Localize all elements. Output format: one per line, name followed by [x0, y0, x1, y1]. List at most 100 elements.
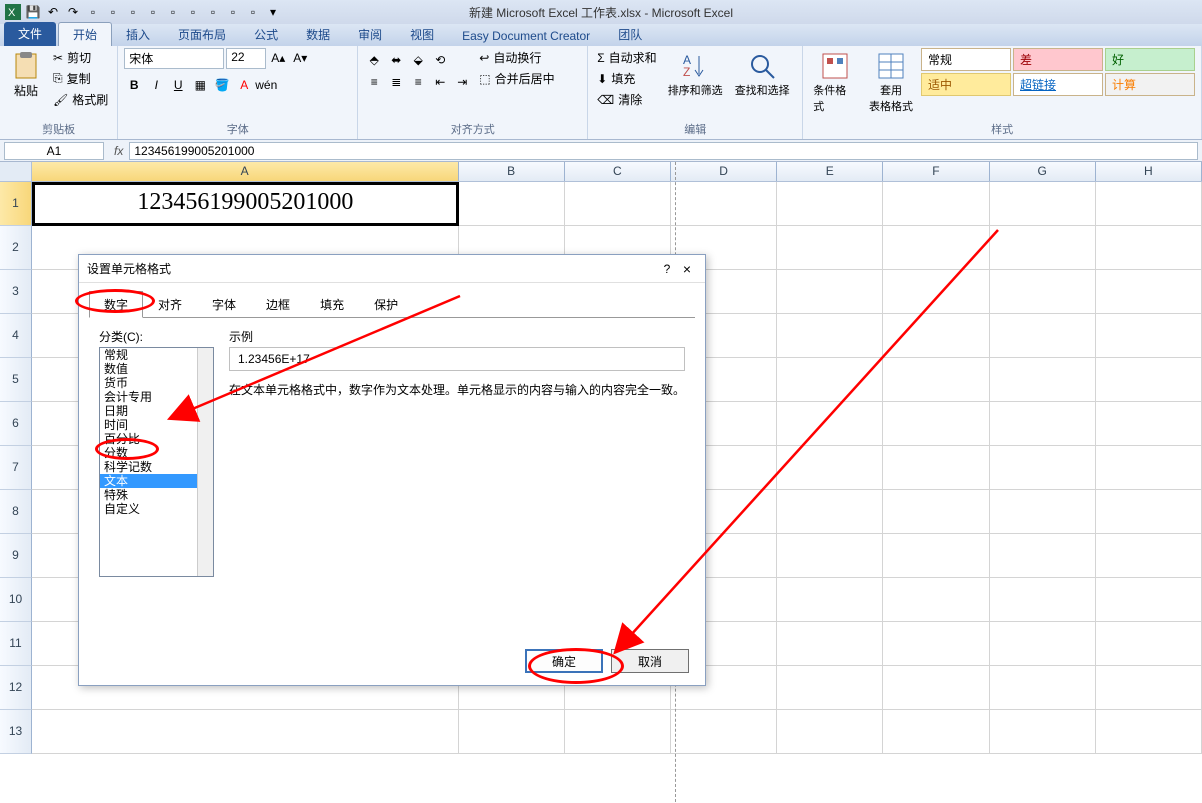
cell[interactable]	[990, 402, 1096, 446]
cell[interactable]	[883, 490, 989, 534]
cell[interactable]	[777, 358, 883, 402]
cell[interactable]	[32, 710, 459, 754]
row-header-1[interactable]: 1	[0, 182, 32, 226]
style-bad[interactable]: 差	[1013, 48, 1103, 71]
cell[interactable]	[1096, 666, 1202, 710]
qat-icon[interactable]: ▾	[264, 3, 282, 21]
cell[interactable]	[1096, 490, 1202, 534]
wrap-text-button[interactable]: ↩自动换行	[476, 48, 557, 67]
row-header-4[interactable]: 4	[0, 314, 32, 358]
name-box[interactable]: A1	[4, 142, 104, 160]
dlg-tab-number[interactable]: 数字	[89, 291, 143, 318]
cell[interactable]	[883, 402, 989, 446]
cell[interactable]	[777, 402, 883, 446]
cell[interactable]	[777, 490, 883, 534]
cell[interactable]	[1096, 446, 1202, 490]
cell[interactable]	[1096, 578, 1202, 622]
autosum-button[interactable]: Σ自动求和	[594, 48, 659, 67]
row-header-7[interactable]: 7	[0, 446, 32, 490]
col-header-f[interactable]: F	[883, 162, 989, 181]
ok-button[interactable]: 确定	[525, 649, 603, 673]
style-good[interactable]: 好	[1105, 48, 1195, 71]
cell[interactable]	[990, 666, 1096, 710]
cell[interactable]	[990, 446, 1096, 490]
col-header-g[interactable]: G	[990, 162, 1096, 181]
style-normal[interactable]: 常规	[921, 48, 1011, 71]
indent-inc-button[interactable]: ⇥	[452, 72, 472, 92]
align-bottom-button[interactable]: ⬙	[408, 50, 428, 70]
cell[interactable]	[777, 270, 883, 314]
cell[interactable]	[990, 182, 1096, 226]
qat-icon[interactable]: ▫	[84, 3, 102, 21]
col-header-b[interactable]: B	[459, 162, 565, 181]
qat-icon[interactable]: ▫	[144, 3, 162, 21]
font-size-select[interactable]: 22	[226, 48, 266, 69]
col-header-c[interactable]: C	[565, 162, 671, 181]
copy-button[interactable]: ⎘复制	[50, 69, 111, 88]
cell[interactable]	[565, 182, 671, 226]
select-all-corner[interactable]	[0, 162, 32, 181]
cell[interactable]	[990, 358, 1096, 402]
tab-view[interactable]: 视图	[396, 23, 448, 46]
cell[interactable]	[883, 446, 989, 490]
col-header-e[interactable]: E	[777, 162, 883, 181]
font-color-button[interactable]: A	[234, 75, 254, 95]
cell[interactable]	[990, 622, 1096, 666]
cell[interactable]	[990, 578, 1096, 622]
qat-icon[interactable]: ▫	[124, 3, 142, 21]
grow-font-button[interactable]: A▴	[268, 48, 288, 68]
cell[interactable]	[990, 490, 1096, 534]
sort-filter-button[interactable]: AZ排序和筛选	[664, 48, 727, 100]
formula-input[interactable]: 123456199005201000	[129, 142, 1198, 160]
category-scrollbar[interactable]	[197, 348, 213, 576]
merge-center-button[interactable]: ⬚合并后居中	[476, 69, 557, 88]
dlg-tab-fill[interactable]: 填充	[305, 291, 359, 318]
col-header-d[interactable]: D	[671, 162, 777, 181]
italic-button[interactable]: I	[146, 75, 166, 95]
cell[interactable]	[883, 358, 989, 402]
cell[interactable]	[1096, 182, 1202, 226]
cell[interactable]	[1096, 402, 1202, 446]
find-select-button[interactable]: 查找和选择	[731, 48, 794, 100]
cell[interactable]	[1096, 358, 1202, 402]
cell[interactable]	[1096, 226, 1202, 270]
cancel-button[interactable]: 取消	[611, 649, 689, 673]
tab-home[interactable]: 开始	[58, 22, 112, 46]
dialog-help-button[interactable]: ?	[657, 262, 677, 276]
tab-edc[interactable]: Easy Document Creator	[448, 26, 604, 46]
tab-formulas[interactable]: 公式	[240, 23, 292, 46]
qat-icon[interactable]: ▫	[184, 3, 202, 21]
cell[interactable]	[883, 314, 989, 358]
row-header-5[interactable]: 5	[0, 358, 32, 402]
row-header-11[interactable]: 11	[0, 622, 32, 666]
format-painter-button[interactable]: 🖌格式刷	[50, 90, 111, 109]
dlg-tab-border[interactable]: 边框	[251, 291, 305, 318]
cut-button[interactable]: ✂剪切	[50, 48, 111, 67]
font-name-select[interactable]: 宋体	[124, 48, 224, 69]
col-header-h[interactable]: H	[1096, 162, 1202, 181]
cell[interactable]	[883, 534, 989, 578]
cell[interactable]	[777, 622, 883, 666]
tab-insert[interactable]: 插入	[112, 23, 164, 46]
clear-button[interactable]: ⌫清除	[594, 90, 659, 109]
fx-icon[interactable]: fx	[108, 144, 129, 158]
tab-layout[interactable]: 页面布局	[164, 23, 240, 46]
cell[interactable]	[990, 270, 1096, 314]
cell[interactable]	[777, 710, 883, 754]
style-calc[interactable]: 计算	[1105, 73, 1195, 96]
dlg-tab-font[interactable]: 字体	[197, 291, 251, 318]
redo-icon[interactable]: ↷	[64, 3, 82, 21]
align-left-button[interactable]: ≡	[364, 72, 384, 92]
cell[interactable]	[883, 578, 989, 622]
tab-data[interactable]: 数据	[292, 23, 344, 46]
cell[interactable]	[990, 534, 1096, 578]
save-icon[interactable]: 💾	[24, 3, 42, 21]
style-neutral[interactable]: 适中	[921, 73, 1011, 96]
row-header-2[interactable]: 2	[0, 226, 32, 270]
tab-file[interactable]: 文件	[4, 22, 56, 46]
orientation-button[interactable]: ⟲	[430, 50, 450, 70]
tab-review[interactable]: 审阅	[344, 23, 396, 46]
cond-format-button[interactable]: 条件格式	[809, 48, 861, 116]
cell[interactable]	[565, 710, 671, 754]
cell[interactable]	[990, 710, 1096, 754]
